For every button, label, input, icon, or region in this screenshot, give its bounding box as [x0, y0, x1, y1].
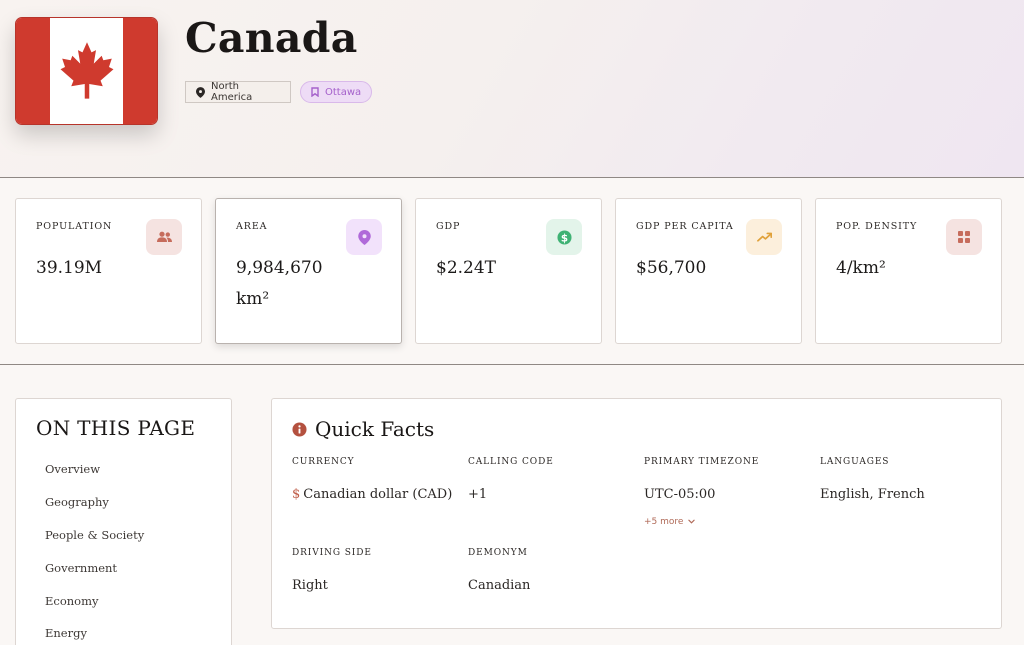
dollar-icon: $ [556, 229, 572, 245]
calling-code-value: +1 [468, 487, 488, 502]
stat-label: POPULATION [36, 221, 113, 232]
stat-badge [946, 219, 982, 255]
trending-up-icon [756, 232, 772, 242]
languages-value: English, French [820, 487, 925, 502]
timezone-value: UTC-05:00 [644, 487, 716, 502]
stat-badge: $ [546, 219, 582, 255]
currency-label: CURRENCY [292, 457, 355, 467]
quick-facts-card: Quick Facts CURRENCY $ Canadian dollar (C… [271, 398, 1002, 629]
timezone-more-label: +5 more [644, 517, 684, 527]
maple-leaf-icon [60, 42, 113, 99]
stat-value: 9,984,670 km² [236, 258, 323, 309]
toc-item-economy[interactable]: Economy [45, 594, 99, 608]
svg-text:$: $ [560, 232, 567, 244]
stat-label: POP. DENSITY [836, 221, 918, 232]
stat-card-gdp-per-capita[interactable]: GDP PER CAPITA $56,700 [615, 198, 802, 344]
stat-label: GDP PER CAPITA [636, 221, 734, 232]
timezone-label: PRIMARY TIMEZONE [644, 457, 760, 467]
stat-card-gdp[interactable]: GDP $2.24T $ [415, 198, 602, 344]
quick-facts-header: Quick Facts [292, 417, 434, 441]
demonym-label: DEMONYM [468, 548, 528, 558]
stat-card-population[interactable]: POPULATION 39.19M [15, 198, 202, 344]
page-title: Canada [185, 14, 358, 62]
toc-title: ON THIS PAGE [36, 416, 196, 440]
stat-card-density[interactable]: POP. DENSITY 4/km² [815, 198, 1002, 344]
demonym-value: Canadian [468, 578, 531, 593]
capital-label: Ottawa [325, 86, 362, 98]
capital-chip[interactable]: Ottawa [300, 81, 372, 103]
canada-flag [15, 17, 158, 125]
stat-value: 4/km² [836, 258, 886, 278]
stat-badge [346, 219, 382, 255]
stat-value: $2.24T [436, 258, 497, 278]
location-pin-icon [357, 229, 371, 245]
driving-side-value: Right [292, 578, 328, 593]
region-label: North America [211, 81, 253, 103]
toc-item-energy[interactable]: Energy [45, 626, 87, 640]
section-divider [0, 364, 1024, 365]
stat-badge [746, 219, 782, 255]
stat-label: GDP [436, 221, 461, 232]
currency-value: $ Canadian dollar (CAD) [292, 487, 452, 502]
bookmark-icon [311, 87, 319, 97]
timezone-more-link[interactable]: +5 more [644, 517, 696, 527]
toc-item-overview[interactable]: Overview [45, 462, 100, 476]
quick-facts-title: Quick Facts [315, 417, 435, 441]
info-icon [292, 421, 307, 437]
stat-value: $56,700 [636, 258, 707, 278]
chevron-down-icon [688, 519, 696, 524]
toc-item-geography[interactable]: Geography [45, 495, 109, 509]
region-chip[interactable]: North America [185, 81, 291, 103]
country-header: Canada North America Ottawa [0, 0, 1024, 178]
map-pin-icon [196, 86, 205, 98]
toc-item-government[interactable]: Government [45, 561, 117, 575]
calling-code-label: CALLING CODE [468, 457, 554, 467]
grid-icon [958, 231, 970, 243]
languages-label: LANGUAGES [820, 457, 890, 467]
table-of-contents: ON THIS PAGE Overview Geography People &… [15, 398, 232, 645]
stat-card-area[interactable]: AREA 9,984,670 km² [215, 198, 402, 344]
stat-badge [146, 219, 182, 255]
currency-text: Canadian dollar (CAD) [303, 487, 453, 502]
currency-symbol: $ [292, 487, 301, 502]
toc-item-people-society[interactable]: People & Society [45, 528, 144, 542]
stat-value: 39.19M [36, 258, 103, 278]
users-icon [156, 231, 172, 242]
driving-side-label: DRIVING SIDE [292, 548, 372, 558]
stat-label: AREA [236, 221, 268, 232]
